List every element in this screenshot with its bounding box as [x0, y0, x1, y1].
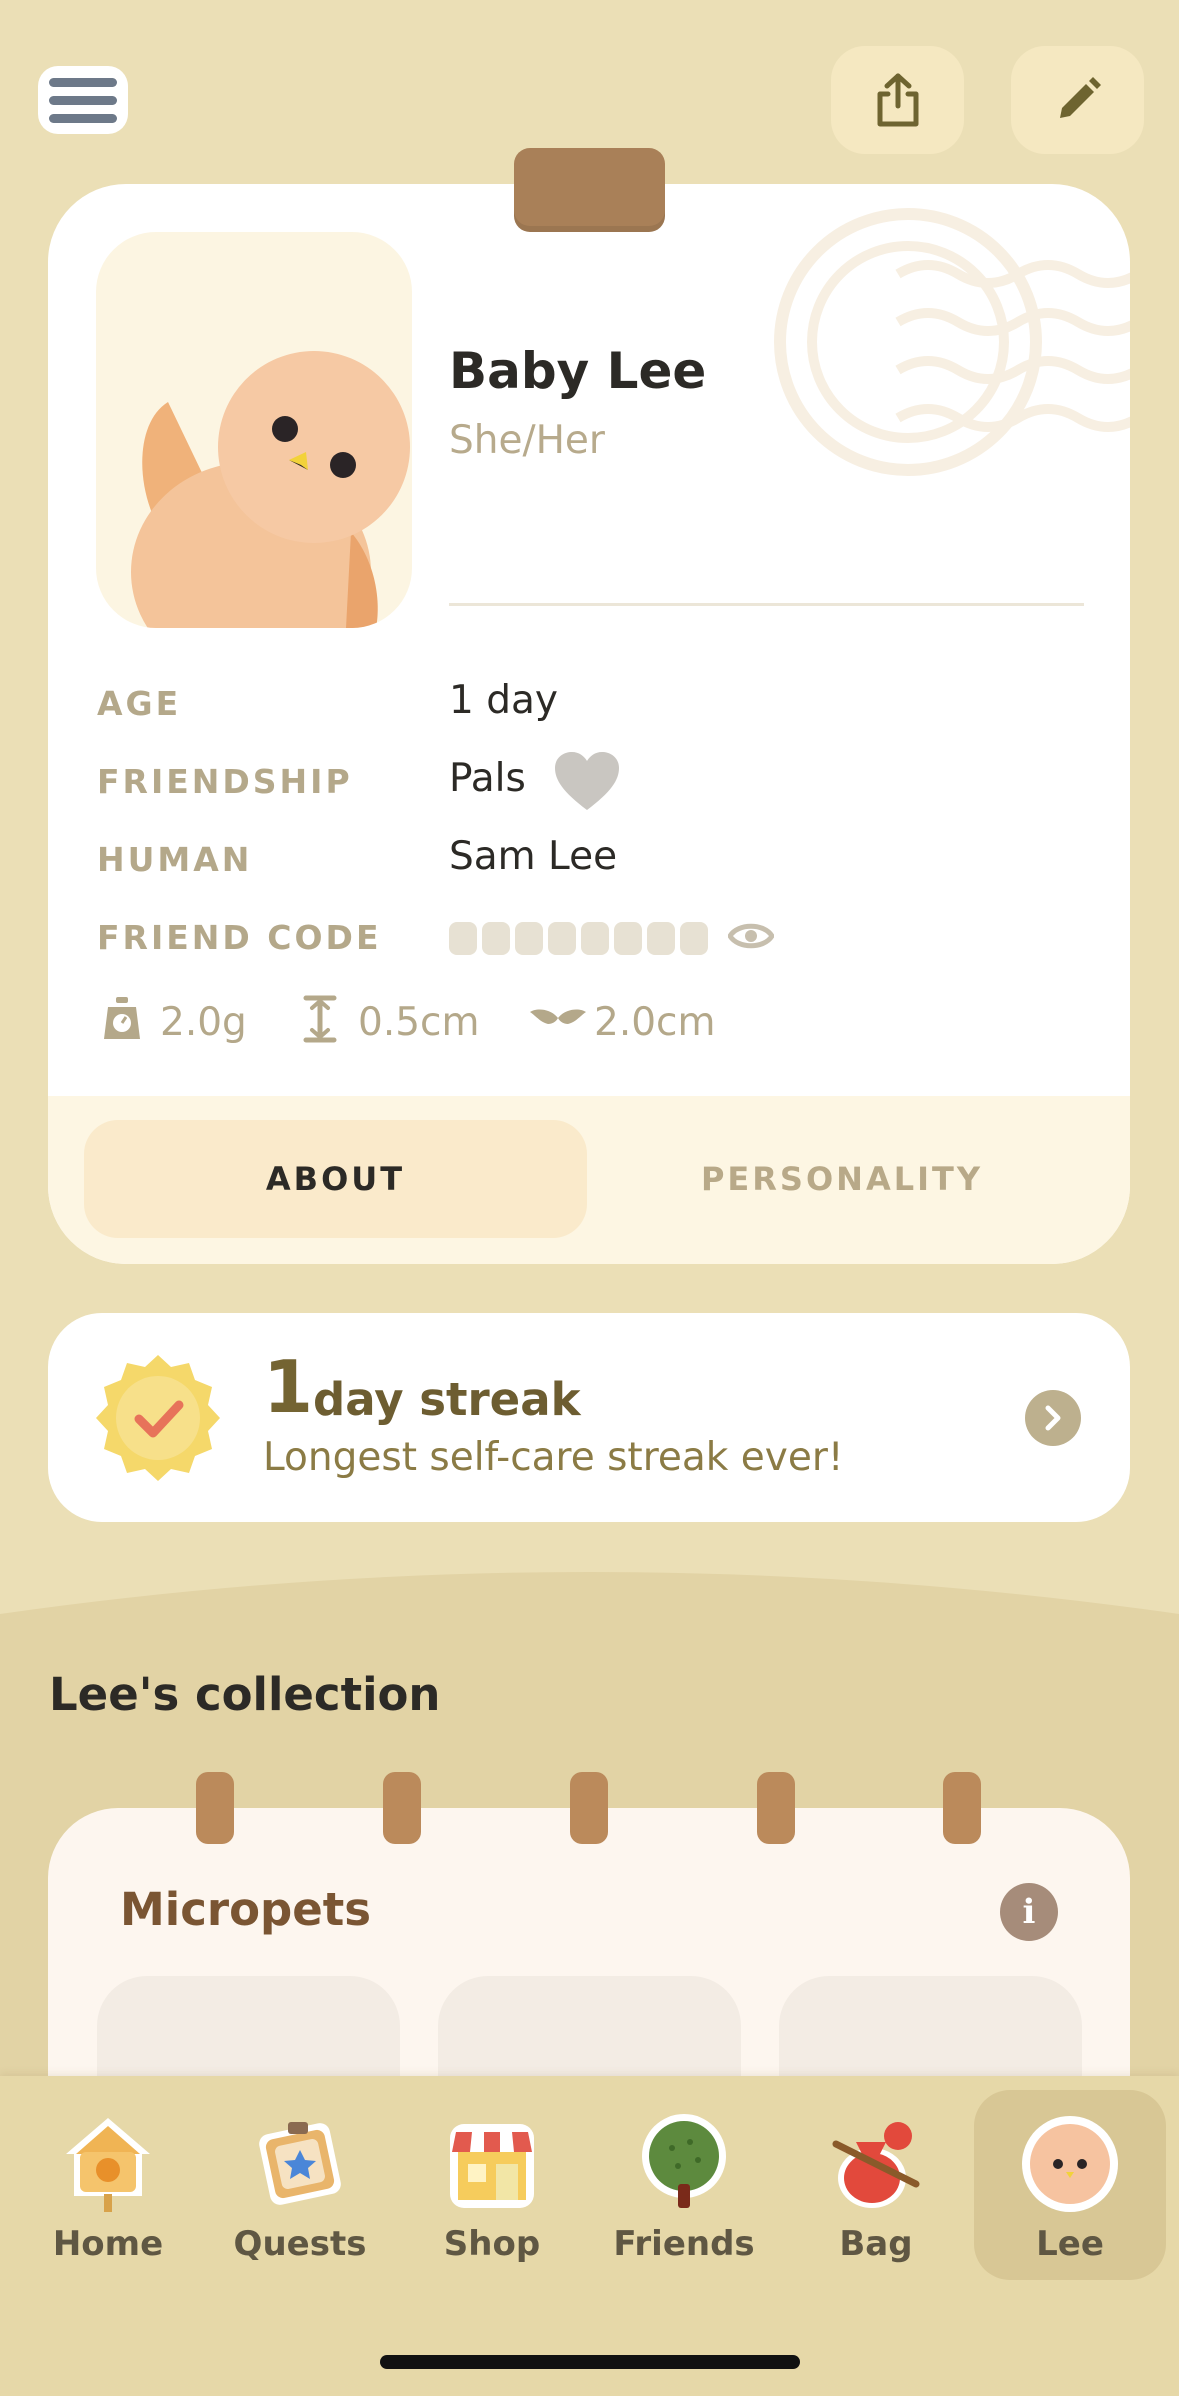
nav-shop-label: Shop	[443, 2224, 541, 2264]
age-value: 1 day	[449, 678, 558, 723]
tab-personality[interactable]: PERSONALITY	[587, 1120, 1097, 1238]
friend-code-mask-dot	[680, 922, 708, 955]
nav-home[interactable]: Home	[12, 2090, 204, 2280]
notebook-ring	[570, 1772, 608, 1844]
height-icon	[303, 995, 337, 1043]
nav-friends-label: Friends	[613, 2224, 755, 2264]
postmark-stamp-icon	[774, 208, 1130, 476]
hamburger-menu-icon	[49, 77, 117, 87]
friend-code-hidden	[449, 922, 708, 955]
pet-pronouns: She/Her	[449, 418, 605, 463]
streak-arrow-button[interactable]	[1025, 1390, 1081, 1446]
nav-shop[interactable]: Shop	[396, 2090, 588, 2280]
home-indicator[interactable]	[380, 2355, 800, 2369]
human-value: Sam Lee	[449, 834, 618, 879]
collection-title: Lee's collection	[49, 1668, 441, 1721]
chevron-right-icon	[1045, 1405, 1061, 1431]
pencil-icon	[1059, 77, 1101, 118]
tree-icon	[642, 2114, 726, 2208]
shop-icon	[450, 2124, 534, 2208]
notebook-ring	[943, 1772, 981, 1844]
nav-bag-label: Bag	[839, 2224, 913, 2264]
friendship-label: FRIENDSHIP	[97, 762, 353, 801]
weight-scale-icon	[104, 997, 140, 1039]
notebook-ring	[196, 1772, 234, 1844]
birdhouse-icon	[66, 2118, 150, 2212]
info-icon[interactable]: i	[1000, 1883, 1058, 1941]
friend-code-mask-dot	[581, 922, 609, 955]
nav-quests-label: Quests	[233, 2224, 367, 2264]
menu-button[interactable]	[38, 66, 128, 134]
heart-icon[interactable]	[553, 750, 621, 812]
wingspan-value: 2.0cm	[594, 1000, 716, 1045]
bird-face-icon	[1022, 2116, 1118, 2212]
tab-about[interactable]: ABOUT	[84, 1120, 587, 1238]
friendship-value: Pals	[449, 756, 526, 801]
checkmark-badge-icon	[96, 1355, 220, 1481]
eye-icon[interactable]	[728, 919, 774, 953]
share-button[interactable]	[831, 46, 964, 154]
nav-friends[interactable]: Friends	[588, 2090, 780, 2280]
nav-lee-label: Lee	[1036, 2224, 1104, 2264]
friend-code-label: FRIEND CODE	[97, 918, 382, 957]
edit-button[interactable]	[1011, 46, 1144, 154]
human-label: HUMAN	[97, 840, 253, 879]
friend-code-mask-dot	[515, 922, 543, 955]
friend-code-mask-dot	[614, 922, 642, 955]
streak-count: 1	[263, 1345, 314, 1429]
nav-bag[interactable]: Bag	[780, 2090, 972, 2280]
friend-code-mask-dot	[548, 922, 576, 955]
friend-code-mask-dot	[482, 922, 510, 955]
bag-icon	[832, 2122, 920, 2208]
share-icon	[877, 73, 918, 127]
streak-card[interactable]: 1 day streak Longest self-care streak ev…	[48, 1313, 1130, 1522]
divider	[449, 603, 1084, 606]
quest-board-icon	[259, 2122, 341, 2205]
weight-value: 2.0g	[160, 1000, 247, 1045]
age-label: AGE	[97, 684, 182, 723]
avatar	[96, 232, 412, 628]
height-value: 0.5cm	[358, 1000, 480, 1045]
friend-code-mask-dot	[647, 922, 675, 955]
pet-name: Baby Lee	[449, 342, 707, 400]
wingspan-icon	[530, 1009, 586, 1024]
streak-subtitle: Longest self-care streak ever!	[263, 1435, 844, 1480]
bird-avatar-icon	[131, 351, 410, 628]
notebook-ring	[383, 1772, 421, 1844]
friend-code-mask-dot	[449, 922, 477, 955]
nav-quests[interactable]: Quests	[204, 2090, 396, 2280]
streak-title: day streak	[313, 1373, 581, 1426]
nav-home-label: Home	[52, 2224, 164, 2264]
profile-card: Baby Lee She/Her AGE 1 day FRIENDSHIP Pa…	[48, 184, 1130, 1264]
micropets-title: Micropets	[120, 1883, 372, 1936]
card-clip	[514, 148, 665, 232]
notebook-ring	[757, 1772, 795, 1844]
nav-lee[interactable]: Lee	[974, 2090, 1166, 2280]
